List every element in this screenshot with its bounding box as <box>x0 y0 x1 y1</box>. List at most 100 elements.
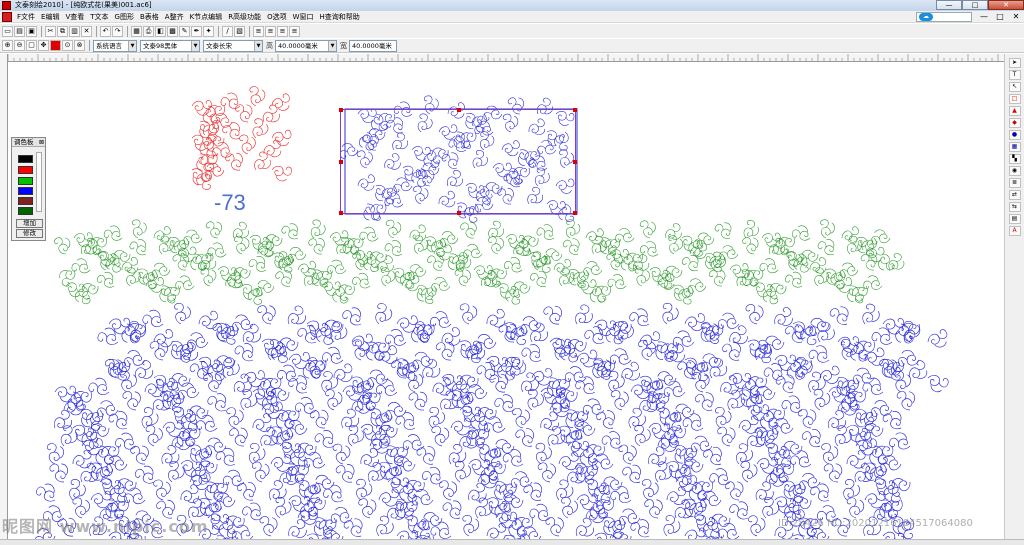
palette-scrollbar[interactable] <box>36 152 42 212</box>
selection-handle[interactable] <box>457 211 461 215</box>
menu-edit[interactable]: E编辑 <box>38 12 62 22</box>
doc-minimize-button[interactable]: — <box>979 12 989 22</box>
horizontal-ruler[interactable] <box>8 54 1004 62</box>
shape-tool-icon[interactable]: ▲ <box>1008 106 1021 116</box>
menu-node-edit[interactable]: K节点编辑 <box>187 12 226 22</box>
doc-restore-button[interactable]: □ <box>995 12 1005 22</box>
zoom-out-icon[interactable]: ⊖ <box>14 40 25 51</box>
doc-close-button[interactable]: ✕ <box>1011 12 1021 22</box>
vertical-ruler[interactable] <box>0 54 8 539</box>
toolbar-separator <box>89 40 90 51</box>
maximize-button[interactable]: □ <box>962 0 988 10</box>
width-field[interactable]: 40.0000毫米 <box>349 39 397 52</box>
zoom-in-icon[interactable]: ⊕ <box>2 40 13 51</box>
save-icon[interactable]: ▣ <box>26 25 37 37</box>
color-swatch-dark-green[interactable] <box>18 207 33 215</box>
selection-handle[interactable] <box>573 160 577 164</box>
delete-icon[interactable]: ✕ <box>81 25 92 37</box>
color-swatch-green[interactable] <box>18 177 33 185</box>
menu-window[interactable]: W窗口 <box>290 12 317 22</box>
align-left-icon[interactable]: ≡ <box>253 25 264 37</box>
copy-icon[interactable]: ⧉ <box>57 25 68 37</box>
bulb-icon[interactable]: ✦ <box>203 25 214 37</box>
selection-handle[interactable] <box>573 211 577 215</box>
height-field[interactable]: 40.0000毫米 ▼ <box>275 39 337 52</box>
zoom-window-icon[interactable]: ▢ <box>26 40 37 51</box>
drawing-canvas[interactable]: -73 <box>8 62 1004 539</box>
align-justify-icon[interactable]: ≡ <box>289 25 300 37</box>
language-select-value: 系统语言 <box>96 41 122 50</box>
table-tool-icon[interactable]: ▦ <box>1008 142 1021 152</box>
color-tool-icon[interactable]: ◉ <box>1008 166 1021 176</box>
selection-box[interactable] <box>339 108 577 215</box>
pen-icon[interactable]: ✒ <box>191 25 202 37</box>
menu-advanced[interactable]: R高级功能 <box>225 12 264 22</box>
cloud-sync-box[interactable]: ☁ <box>916 12 972 22</box>
effect-tool-icon[interactable]: ⇆ <box>1008 202 1021 212</box>
chevron-down-icon: ▼ <box>191 40 199 51</box>
red-ornament <box>186 85 294 191</box>
menu-graphics[interactable]: G图形 <box>112 12 137 22</box>
color-swatch-red[interactable] <box>18 166 33 174</box>
close-button[interactable]: ✕ <box>988 0 1024 10</box>
selection-handle[interactable] <box>339 211 343 215</box>
ellipse-tool-icon[interactable]: ● <box>1008 130 1021 140</box>
selection-handle[interactable] <box>339 160 343 164</box>
document-icon[interactable] <box>2 11 12 22</box>
color-swatch-blue[interactable] <box>18 187 33 195</box>
style-select[interactable]: 文泰长宋 ▼ <box>203 39 263 52</box>
print-icon[interactable]: ⎙ <box>143 25 154 37</box>
selection-handle[interactable] <box>339 108 343 112</box>
print-preview-icon[interactable]: ▦ <box>131 25 142 37</box>
selection-handle[interactable] <box>457 108 461 112</box>
brush-icon[interactable]: ✎ <box>179 25 190 37</box>
font-select[interactable]: 文泰98黑体 ▼ <box>140 39 200 52</box>
edit-box-icon[interactable]: ▧ <box>234 25 245 37</box>
color-swatch-black[interactable] <box>18 155 33 163</box>
transform-tool-icon[interactable]: ⇄ <box>1008 190 1021 200</box>
new-file-icon[interactable]: ▭ <box>2 25 13 37</box>
font-tool-icon[interactable]: A <box>1008 226 1021 236</box>
color-swatch-brown[interactable] <box>18 197 33 205</box>
cut-icon[interactable]: ✂ <box>45 25 56 37</box>
selection-handle[interactable] <box>573 108 577 112</box>
pencil-icon[interactable]: / <box>222 25 233 37</box>
menu-text[interactable]: T文本 <box>87 12 111 22</box>
grid-tool-icon[interactable]: ▚ <box>1008 154 1021 164</box>
paste-icon[interactable]: ▥ <box>69 25 80 37</box>
align-center-icon[interactable]: ≡ <box>265 25 276 37</box>
undo-icon[interactable]: ↶ <box>100 25 111 37</box>
menu-align[interactable]: A整齐 <box>162 12 187 22</box>
list-tool-icon[interactable]: ≣ <box>1008 178 1021 188</box>
menu-file[interactable]: F文件 <box>14 12 38 22</box>
width-label: 宽 <box>340 41 347 50</box>
node-tool-icon[interactable]: ↖ <box>1008 82 1021 92</box>
menu-help[interactable]: H查询和帮助 <box>317 12 363 22</box>
palette-edit-button[interactable]: 修改 <box>16 229 43 238</box>
cutter-output-icon[interactable]: ◧ <box>155 25 166 37</box>
layer-tool-icon[interactable]: ▤ <box>1008 214 1021 224</box>
text-tool-icon[interactable]: T <box>1008 70 1021 80</box>
minimize-button[interactable]: — <box>936 0 962 10</box>
app-window: 文泰刻绘2010] - [纯欧式花(果美)001.ac6] — □ ✕ F文件 … <box>0 0 1024 545</box>
redo-icon[interactable]: ↷ <box>112 25 123 37</box>
language-select[interactable]: 系统语言 ▼ <box>93 39 137 52</box>
zoom-fit-icon[interactable]: ⊗ <box>74 40 85 51</box>
palette-add-button[interactable]: 增加 <box>16 219 43 228</box>
fill-color-icon[interactable] <box>50 40 61 51</box>
rectangle-tool-icon[interactable]: □ <box>1008 94 1021 104</box>
image-icon[interactable]: ▩ <box>167 25 178 37</box>
pan-icon[interactable]: ✥ <box>38 40 49 51</box>
menu-options[interactable]: O选项 <box>264 12 290 22</box>
zoom-page-icon[interactable]: ⊙ <box>62 40 73 51</box>
palette-close-icon[interactable]: ⊠ <box>39 138 44 147</box>
align-right-icon[interactable]: ≡ <box>277 25 288 37</box>
toolbar-separator <box>218 25 219 37</box>
select-arrow-icon[interactable]: ➤ <box>1008 58 1021 68</box>
cloud-icon: ☁ <box>919 13 933 21</box>
fill-tool-icon[interactable]: ◆ <box>1008 118 1021 128</box>
menu-view[interactable]: V查看 <box>62 12 87 22</box>
value-label[interactable]: -73 <box>214 190 246 216</box>
open-folder-icon[interactable]: ▤ <box>14 25 25 37</box>
menu-table[interactable]: B表格 <box>137 12 162 22</box>
